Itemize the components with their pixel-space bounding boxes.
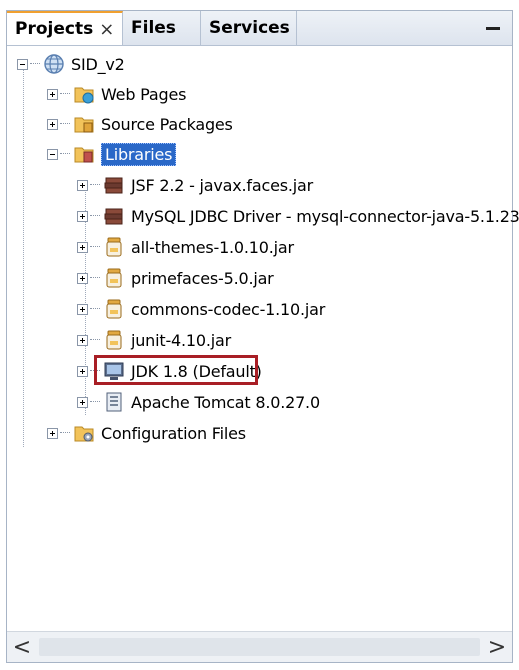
configuration-folder-icon — [74, 426, 94, 442]
tree-node-label: JSF 2.2 - javax.faces.jar — [131, 175, 313, 195]
jar-icon — [106, 299, 122, 319]
highlight-annotation-box — [94, 355, 258, 385]
tree-node-configuration-files[interactable]: Configuration Files — [47, 418, 246, 448]
project-tree: SID_v2 Web Pages Source Packages Librari… — [7, 45, 519, 632]
tree-node-jsf-library[interactable]: JSF 2.2 - javax.faces.jar — [77, 170, 313, 200]
tab-projects-label: Projects — [15, 19, 94, 39]
collapse-icon[interactable] — [17, 58, 28, 70]
libraries-folder-icon — [74, 147, 94, 163]
tree-node-label: primefaces-5.0.jar — [131, 268, 274, 288]
source-packages-folder-icon — [74, 117, 94, 133]
tree-node-label: junit-4.10.jar — [131, 330, 231, 350]
tree-node-mysql-library[interactable]: MySQL JDBC Driver - mysql-connector-java… — [77, 201, 519, 231]
server-icon — [106, 392, 122, 412]
library-books-icon — [104, 208, 123, 225]
expand-icon[interactable] — [77, 179, 88, 191]
minimize-icon[interactable] — [480, 15, 506, 41]
expand-icon[interactable] — [77, 241, 88, 253]
tree-node-label: all-themes-1.0.10.jar — [131, 237, 294, 257]
jar-icon — [106, 237, 122, 257]
tree-node-label: Configuration Files — [101, 423, 246, 443]
expand-icon[interactable] — [77, 396, 88, 408]
expand-icon[interactable] — [47, 88, 58, 100]
tree-node-root[interactable]: SID_v2 — [17, 49, 125, 79]
jar-icon — [106, 268, 122, 288]
expand-icon[interactable] — [47, 118, 58, 130]
globe-icon — [44, 54, 64, 74]
tree-node-commons-codec-jar[interactable]: commons-codec-1.10.jar — [77, 294, 325, 324]
tab-projects[interactable]: Projects × — [7, 11, 123, 45]
tree-node-all-themes-jar[interactable]: all-themes-1.0.10.jar — [77, 232, 294, 262]
jar-icon — [106, 330, 122, 350]
tree-node-label: Source Packages — [101, 114, 233, 134]
scroll-thumb[interactable] — [39, 638, 480, 656]
web-pages-folder-icon — [74, 87, 94, 104]
tree-node-tomcat[interactable]: Apache Tomcat 8.0.27.0 — [77, 387, 320, 417]
tree-node-primefaces-jar[interactable]: primefaces-5.0.jar — [77, 263, 274, 293]
library-books-icon — [104, 177, 123, 194]
tab-files[interactable]: Files — [123, 11, 201, 45]
expand-icon[interactable] — [77, 210, 88, 222]
tree-node-source-packages[interactable]: Source Packages — [47, 109, 233, 139]
tree-node-label: Libraries — [101, 142, 177, 166]
collapse-icon[interactable] — [47, 148, 58, 160]
close-icon[interactable]: × — [99, 19, 114, 40]
tree-node-libraries[interactable]: Libraries — [47, 139, 177, 169]
scroll-left-icon[interactable]: < — [7, 632, 37, 662]
scroll-right-icon[interactable]: > — [482, 632, 512, 662]
tree-node-label: SID_v2 — [71, 54, 125, 74]
projects-panel: Projects × Files Services SID_v2 Web Pag… — [6, 10, 519, 663]
tree-node-label: MySQL JDBC Driver - mysql-connector-java… — [131, 206, 519, 226]
tree-node-label: Web Pages — [101, 84, 187, 104]
tree-connector-line — [23, 67, 25, 447]
tree-node-web-pages[interactable]: Web Pages — [47, 79, 186, 109]
horizontal-scrollbar[interactable]: < > — [7, 631, 512, 662]
expand-icon[interactable] — [77, 334, 88, 346]
tree-node-label: Apache Tomcat 8.0.27.0 — [131, 392, 320, 412]
tree-node-label: commons-codec-1.10.jar — [131, 299, 326, 319]
tab-files-label: Files — [131, 18, 176, 38]
expand-icon[interactable] — [77, 272, 88, 284]
expand-icon[interactable] — [77, 303, 88, 315]
expand-icon[interactable] — [77, 365, 88, 377]
tab-services[interactable]: Services — [201, 11, 297, 45]
tab-services-label: Services — [209, 18, 290, 38]
tab-bar: Projects × Files Services — [7, 11, 512, 46]
tree-node-junit-jar[interactable]: junit-4.10.jar — [77, 325, 231, 355]
expand-icon[interactable] — [47, 427, 58, 439]
